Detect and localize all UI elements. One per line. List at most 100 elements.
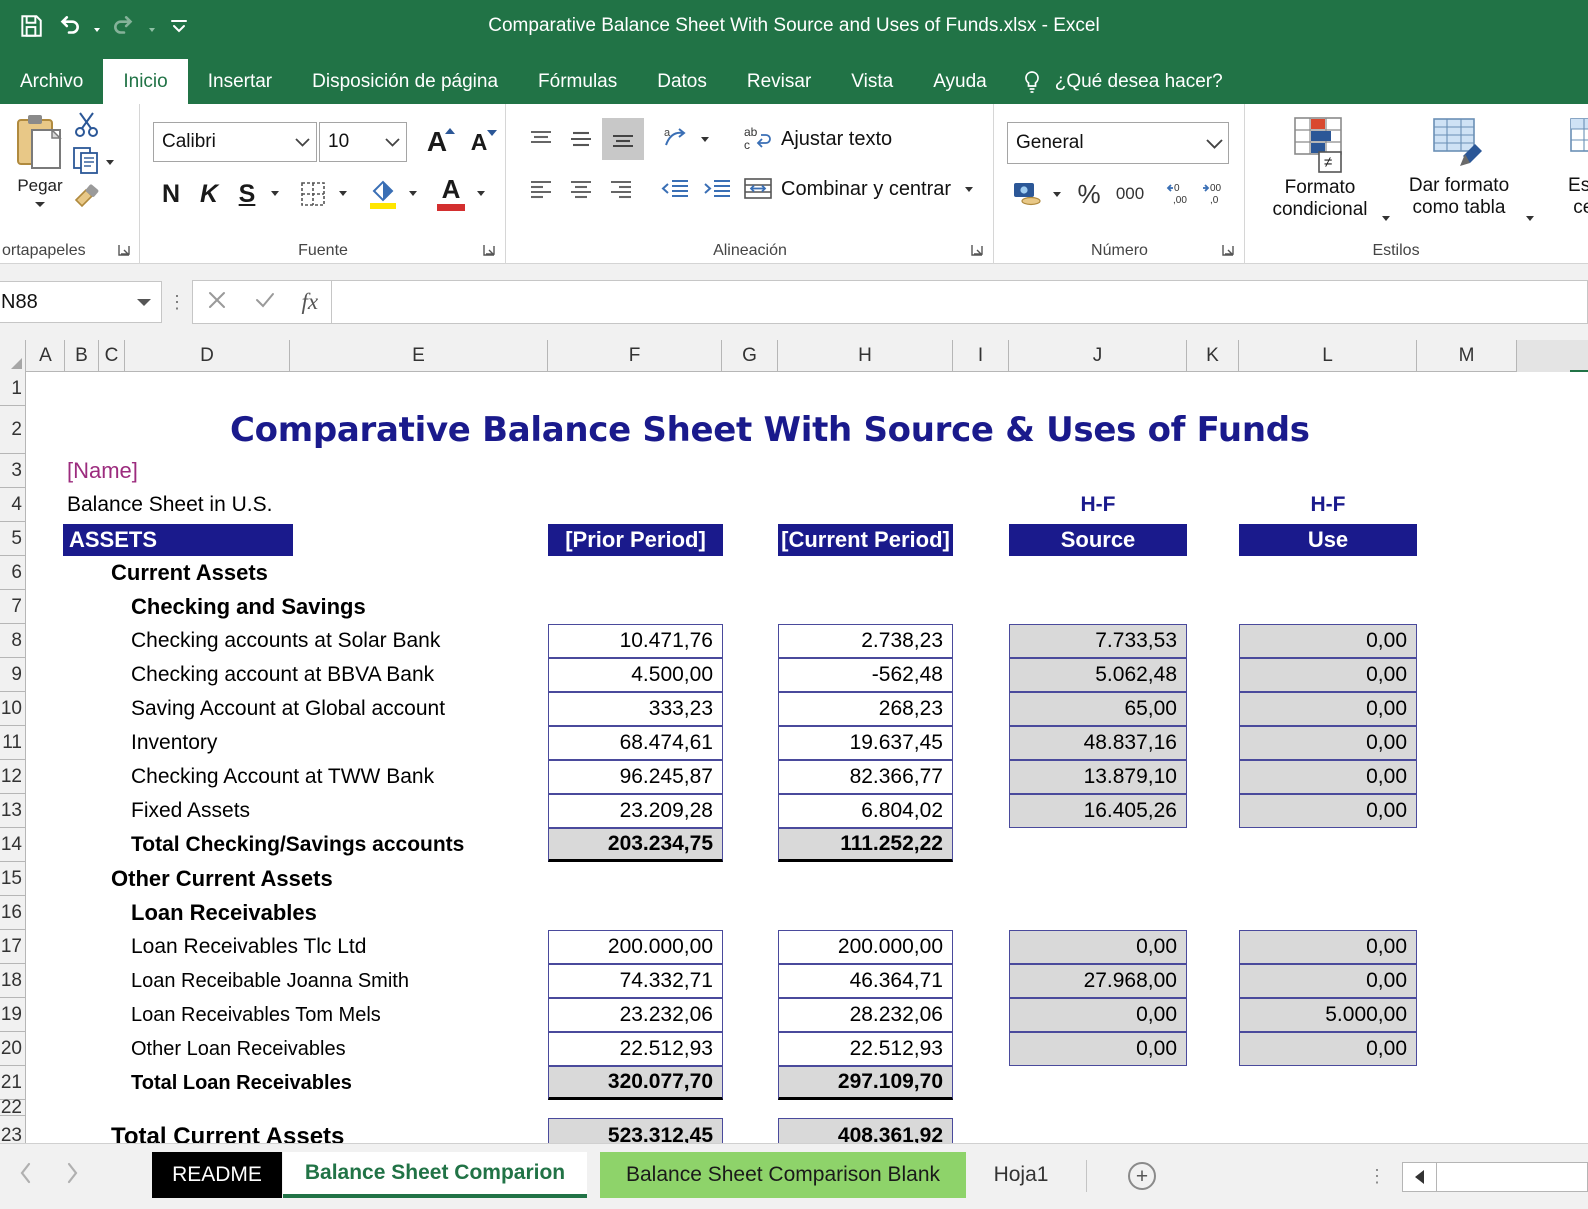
align-top-button[interactable] (522, 120, 560, 158)
checking-row-prior-1[interactable]: 4.500,00 (548, 658, 723, 692)
checking-row-label-5[interactable]: Fixed Assets (127, 794, 250, 828)
checking-row-source-1[interactable]: 5.062,48 (1009, 658, 1187, 692)
font-family-combo[interactable]: Calibri (153, 122, 317, 162)
column-header-c[interactable]: C (99, 340, 125, 372)
loan-row-current-3[interactable]: 22.512,93 (778, 1032, 953, 1066)
row-header-12[interactable]: 12 (0, 760, 26, 794)
checking-row-use-1[interactable]: 0,00 (1239, 658, 1417, 692)
loan-row-prior-3[interactable]: 22.512,93 (548, 1032, 723, 1066)
use-hf-label[interactable]: H-F (1239, 488, 1417, 522)
font-size-chevron-down-icon[interactable] (378, 123, 406, 161)
loan-row-prior-2[interactable]: 23.232,06 (548, 998, 723, 1032)
current-assets-total-label[interactable]: Total Current Assets (107, 1118, 344, 1143)
checking-row-current-0[interactable]: 2.738,23 (778, 624, 953, 658)
column-header-d[interactable]: D (125, 340, 290, 372)
row-header-5[interactable]: 5 (0, 522, 26, 556)
ribbon-tab-inicio[interactable]: Inicio (103, 59, 188, 104)
loan-row-source-0[interactable]: 0,00 (1009, 930, 1187, 964)
cell-styles-button[interactable]: Estilos celda (1536, 116, 1588, 246)
row-header-14[interactable]: 14 (0, 828, 26, 862)
row-header-11[interactable]: 11 (0, 726, 26, 760)
row-header-21[interactable]: 21 (0, 1066, 26, 1100)
checking-row-use-0[interactable]: 0,00 (1239, 624, 1417, 658)
select-all-corner[interactable] (0, 340, 26, 372)
font-color-button[interactable]: A (431, 170, 471, 216)
checking-row-source-2[interactable]: 65,00 (1009, 692, 1187, 726)
font-dialog-launcher[interactable] (481, 242, 497, 258)
source-hf-label[interactable]: H-F (1009, 488, 1187, 522)
clipboard-dialog-launcher[interactable] (116, 242, 132, 258)
loan-row-use-2[interactable]: 5.000,00 (1239, 998, 1417, 1032)
row-header-23[interactable]: 23 (0, 1116, 26, 1144)
chevron-right-icon[interactable] (64, 1160, 80, 1191)
sheet-tab-balance-sheet-comparion[interactable]: Balance Sheet Comparion (283, 1152, 587, 1198)
formula-input[interactable] (332, 280, 1588, 324)
enter-icon[interactable] (254, 289, 276, 316)
undo-icon[interactable] (52, 9, 86, 43)
checking-row-use-5[interactable]: 0,00 (1239, 794, 1417, 828)
column-header-f[interactable]: F (548, 340, 722, 372)
conditional-formatting-button[interactable]: ≠ Formato condicional (1260, 116, 1380, 246)
number-format-combo[interactable]: General (1007, 122, 1229, 164)
borders-button[interactable] (293, 174, 333, 214)
copy-dropdown-icon[interactable] (106, 160, 114, 165)
formula-bar-grip-icon[interactable]: ⋮ (162, 281, 192, 323)
undo-dropdown-icon[interactable] (90, 9, 103, 43)
increase-indent-button[interactable] (697, 170, 737, 208)
borders-dropdown-icon[interactable] (339, 191, 347, 196)
section-loan-receivables[interactable]: Loan Receivables (127, 896, 317, 930)
ribbon-tab-archivo[interactable]: Archivo (0, 59, 103, 104)
format-as-table-button[interactable]: Dar formato como tabla (1394, 116, 1524, 246)
loan-row-label-1[interactable]: Loan Receibable Joanna Smith (127, 964, 409, 998)
column-header-m[interactable]: M (1417, 340, 1517, 372)
customize-qat-icon[interactable] (162, 9, 196, 43)
loan-row-current-1[interactable]: 46.364,71 (778, 964, 953, 998)
column-header-b[interactable]: B (65, 340, 99, 372)
column-header-l[interactable]: L (1239, 340, 1417, 372)
format-as-table-dropdown-icon[interactable] (1526, 216, 1534, 221)
checking-row-source-5[interactable]: 16.405,26 (1009, 794, 1187, 828)
checking-row-prior-4[interactable]: 96.245,87 (548, 760, 723, 794)
fill-color-dropdown-icon[interactable] (409, 191, 417, 196)
checking-row-label-1[interactable]: Checking account at BBVA Bank (127, 658, 434, 692)
fill-color-button[interactable] (363, 170, 403, 216)
cancel-icon[interactable] (206, 289, 228, 316)
row-header-19[interactable]: 19 (0, 998, 26, 1032)
row-header-16[interactable]: 16 (0, 896, 26, 930)
column-header-a[interactable]: A (27, 340, 65, 372)
font-color-dropdown-icon[interactable] (477, 191, 485, 196)
row-header-2[interactable]: 2 (0, 406, 26, 454)
current-assets-total-prior[interactable]: 523.312,45 (548, 1118, 723, 1143)
loan-row-prior-0[interactable]: 200.000,00 (548, 930, 723, 964)
orientation-dropdown-icon[interactable] (701, 137, 709, 142)
underline-dropdown-icon[interactable] (271, 191, 279, 196)
redo-dropdown-icon[interactable] (145, 9, 158, 43)
checking-row-label-4[interactable]: Checking Account at TWW Bank (127, 760, 434, 794)
decrease-decimal-button[interactable]: 00 ,0 (1197, 172, 1233, 214)
ribbon-tab-revisar[interactable]: Revisar (727, 59, 831, 104)
loan-row-use-3[interactable]: 0,00 (1239, 1032, 1417, 1066)
row-header-17[interactable]: 17 (0, 930, 26, 964)
checking-total-current[interactable]: 111.252,22 (778, 828, 953, 862)
prior-period-header[interactable]: [Prior Period] (548, 524, 723, 556)
column-header-e[interactable]: E (290, 340, 548, 372)
loan-row-source-2[interactable]: 0,00 (1009, 998, 1187, 1032)
row-header-22[interactable]: 22 (0, 1097, 26, 1118)
accounting-dropdown-icon[interactable] (1053, 192, 1061, 197)
checking-row-prior-3[interactable]: 68.474,61 (548, 726, 723, 760)
redo-icon[interactable] (107, 9, 141, 43)
increase-decimal-button[interactable]: 0 ,00 (1161, 172, 1197, 214)
copy-icon[interactable] (72, 146, 106, 176)
row-header-15[interactable]: 15 (0, 862, 26, 896)
row-header-3[interactable]: 3 (0, 454, 26, 488)
checking-total-label[interactable]: Total Checking/Savings accounts (127, 828, 464, 862)
section-other-current-assets[interactable]: Other Current Assets (107, 862, 333, 896)
number-dialog-launcher[interactable] (1220, 242, 1236, 258)
underline-button[interactable]: S (229, 174, 265, 214)
bold-button[interactable]: N (153, 174, 189, 214)
save-icon[interactable] (14, 9, 48, 43)
wrap-text-button[interactable]: ab c Ajustar texto (743, 120, 892, 158)
checking-row-source-3[interactable]: 48.837,16 (1009, 726, 1187, 760)
checking-row-current-4[interactable]: 82.366,77 (778, 760, 953, 794)
checking-row-use-2[interactable]: 0,00 (1239, 692, 1417, 726)
